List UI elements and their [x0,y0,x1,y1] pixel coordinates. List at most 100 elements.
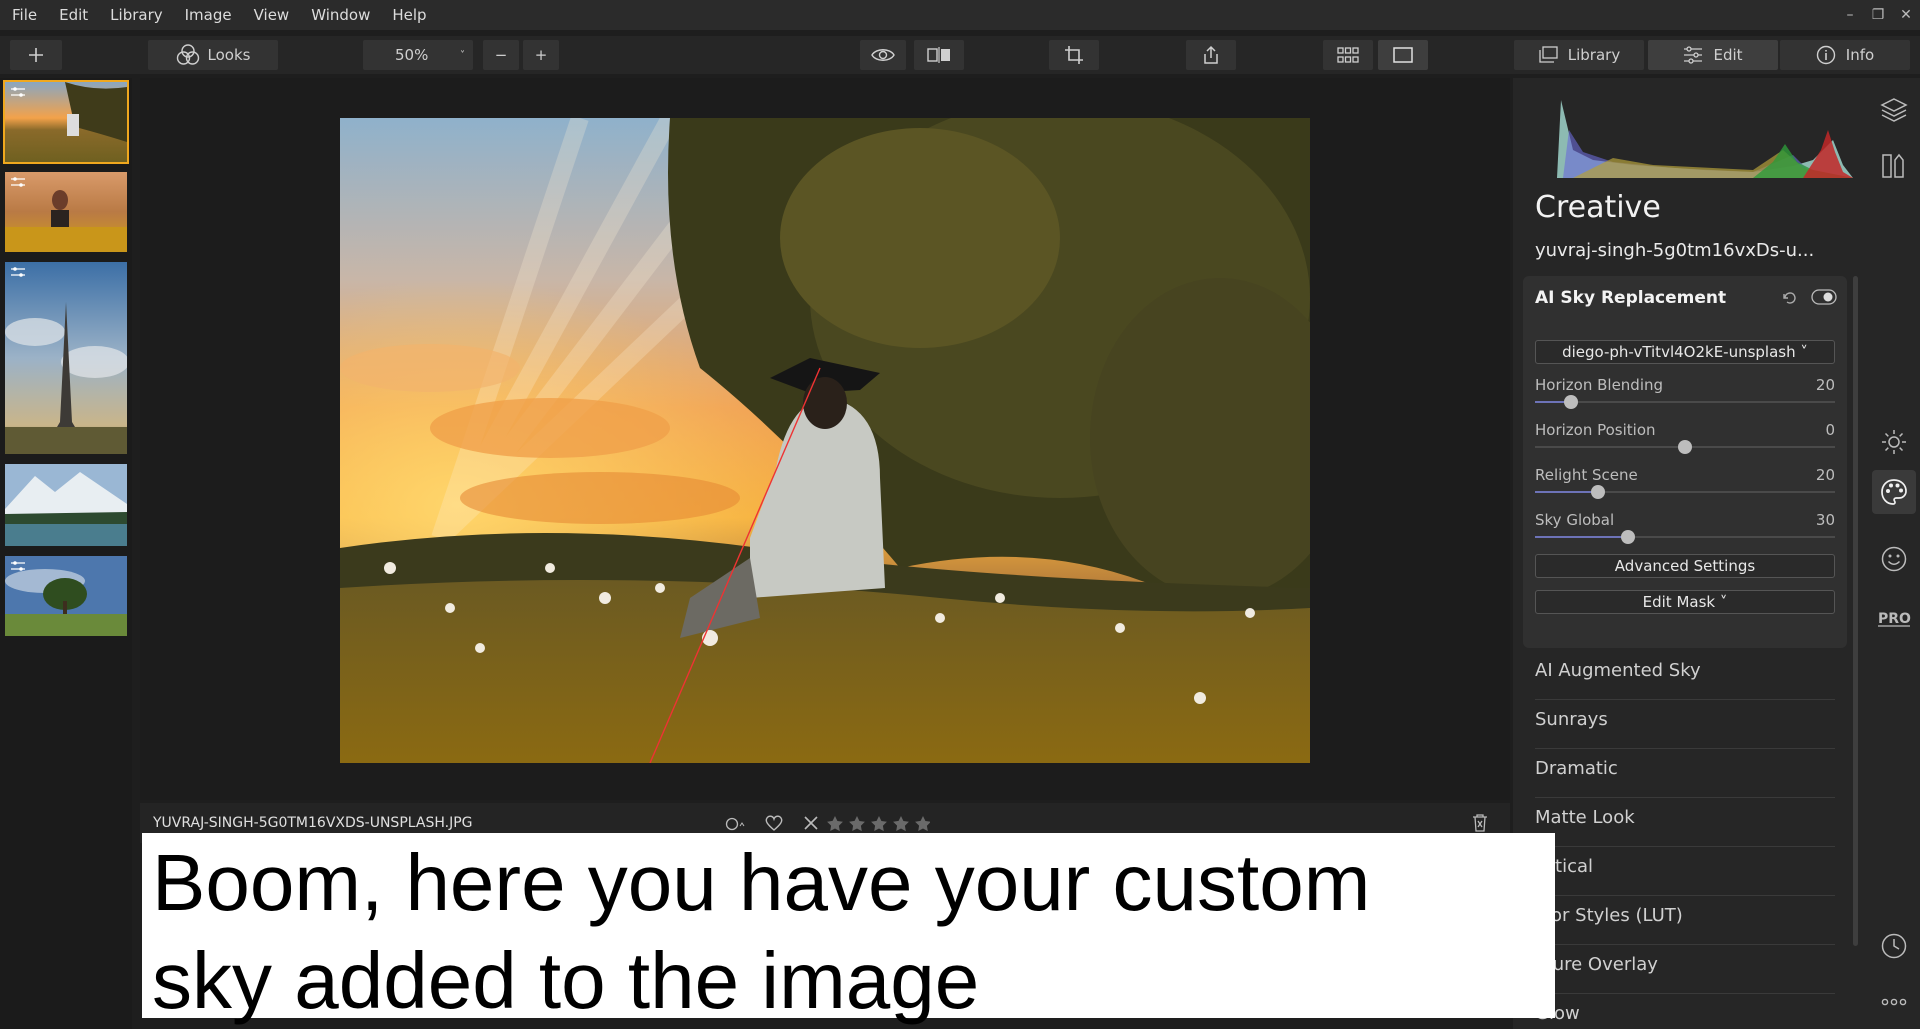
image-canvas[interactable] [140,78,1510,800]
zoom-out-button[interactable]: − [483,40,519,70]
menu-view[interactable]: View [243,6,301,24]
tool-sunrays[interactable]: Sunrays [1535,700,1835,749]
menu-window[interactable]: Window [300,6,381,24]
color-label-icon[interactable] [725,817,747,831]
zoom-in-button[interactable]: + [523,40,559,70]
thumbnail-mountain-lake[interactable] [3,462,129,548]
histogram [1553,80,1853,180]
share-button[interactable] [1186,40,1236,70]
photo-graduate-sunset [340,118,1310,763]
thumbnail-eiffel-tower[interactable] [3,260,129,456]
slider-label: Horizon Blending [1535,376,1664,394]
adjustments-icon [11,561,25,571]
menu-image[interactable]: Image [174,6,243,24]
thumbnail-lone-tree[interactable] [3,554,129,638]
single-view-button[interactable] [1378,40,1428,70]
tool-glow[interactable]: Glow [1535,994,1835,1029]
grid-view-button[interactable] [1323,40,1373,70]
reset-icon[interactable] [1781,290,1797,306]
close-icon[interactable]: ✕ [1892,7,1920,23]
edit-panel: Creative yuvraj-singh-5g0tm16vxDs-u... A… [1513,78,1868,1029]
slider-handle[interactable] [1591,485,1605,499]
zoom-value: 50% [395,46,429,64]
tool-texture-overlay[interactable]: xture Overlay [1535,945,1835,994]
mode-info-tab[interactable]: Info [1780,40,1910,70]
slider-fill [1535,491,1598,493]
mode-library-tab[interactable]: Library [1514,40,1644,70]
essentials-sun-icon[interactable] [1878,426,1910,458]
menu-file[interactable]: File [0,6,48,24]
relight-scene-slider[interactable]: Relight Scene 20 [1535,466,1835,506]
edit-mask-button[interactable]: Edit Mask ˅ [1535,590,1835,614]
caption-line-2: sky added to the image [152,936,980,1025]
tool-title: AI Sky Replacement [1535,288,1727,308]
adjustments-icon [11,177,25,187]
svg-text:PRO: PRO [1878,611,1911,627]
zoom-select[interactable]: 50% ˅ [363,40,473,70]
looks-button[interactable]: Looks [148,40,278,70]
maximize-icon[interactable]: ❐ [1864,7,1892,23]
slider-value: 0 [1825,421,1835,439]
minimize-icon[interactable]: – [1836,7,1864,23]
history-clock-icon[interactable] [1878,930,1910,962]
pro-tools-icon[interactable]: PRO [1876,602,1912,634]
menu-library[interactable]: Library [99,6,173,24]
slider-handle[interactable] [1678,440,1692,454]
single-image-icon [1393,47,1413,63]
canvas-tools-icon[interactable] [1878,150,1910,182]
thumbnail-graduate[interactable] [3,80,129,164]
edited-photo[interactable] [340,118,1310,763]
compare-icon [927,47,950,63]
crop-icon [1065,46,1083,64]
adjustments-icon [11,267,25,277]
toggle-visibility-icon[interactable] [1811,289,1837,305]
reject-icon[interactable] [804,816,818,830]
slider-handle[interactable] [1564,395,1578,409]
chevron-down-icon: ˅ [460,49,465,61]
advanced-settings-button[interactable]: Advanced Settings [1535,554,1835,578]
tool-ai-augmented-sky[interactable]: AI Augmented Sky [1535,651,1835,700]
preview-button[interactable] [860,40,906,70]
thumbnail-image [5,464,127,546]
slider-value: 30 [1815,511,1835,529]
tool-color-styles-lut[interactable]: olor Styles (LUT) [1535,896,1835,945]
add-photos-button[interactable] [10,40,62,70]
horizon-position-slider[interactable]: Horizon Position 0 [1535,421,1835,461]
slider-label: Horizon Position [1535,421,1656,439]
tool-matte-look[interactable]: Matte Look [1535,798,1835,847]
tool-dramatic[interactable]: Dramatic [1535,749,1835,798]
crop-button[interactable] [1049,40,1099,70]
slider-handle[interactable] [1621,530,1635,544]
mode-library-label: Library [1567,46,1621,64]
library-icon [1539,46,1558,63]
slider-track [1535,401,1835,403]
tool-mystical[interactable]: ystical [1535,847,1835,896]
share-icon [1204,45,1218,64]
menu-edit[interactable]: Edit [48,6,99,24]
tool-category-rail: PRO [1868,78,1920,1029]
portrait-face-icon[interactable] [1878,543,1910,575]
menu-help[interactable]: Help [381,6,437,24]
looks-icon [176,44,199,65]
luminar-app: File Edit Library Image View Window Help… [0,0,1920,1029]
panel-scrollbar[interactable] [1853,276,1858,946]
heart-icon[interactable] [765,815,783,831]
caption-line-1: Boom, here you have your custom [152,838,1371,927]
layers-icon[interactable] [1878,94,1910,126]
star-rating[interactable] [826,815,930,833]
more-options-icon[interactable] [1878,986,1910,1018]
grid-icon [1337,47,1359,63]
thumbnail-woman-field[interactable] [3,170,129,254]
horizon-blending-slider[interactable]: Horizon Blending 20 [1535,376,1835,416]
mode-info-label: Info [1845,46,1875,64]
sky-global-slider[interactable]: Sky Global 30 [1535,511,1835,551]
slider-value: 20 [1815,376,1835,394]
menu-bar: File Edit Library Image View Window Help… [0,0,1920,30]
sky-selection-dropdown[interactable]: diego-ph-vTitvl4O2kE-unsplash ˅ [1535,340,1835,364]
creative-palette-icon[interactable] [1872,470,1916,514]
trash-icon[interactable] [1472,814,1488,832]
slider-fill [1535,536,1628,538]
compare-button[interactable] [914,40,964,70]
info-icon [1816,45,1835,65]
mode-edit-tab[interactable]: Edit [1648,40,1778,70]
